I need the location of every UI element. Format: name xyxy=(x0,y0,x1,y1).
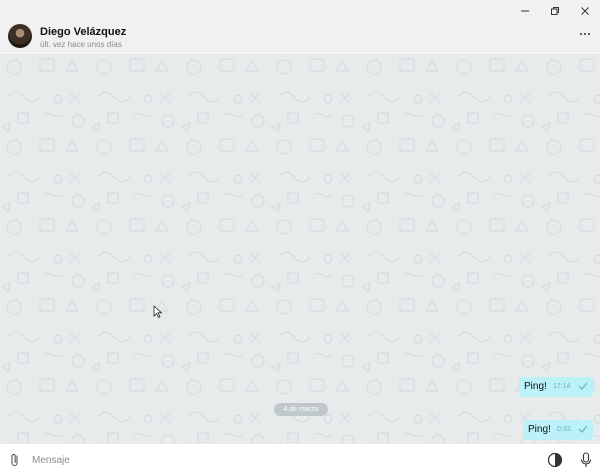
message-text: Ping! xyxy=(528,424,551,435)
date-separator: 4 de marzo xyxy=(274,403,328,416)
mouse-cursor-icon xyxy=(153,305,163,319)
contact-status: últ. vez hace unos días xyxy=(40,40,122,49)
message-bubble[interactable]: Ping! 17:14 xyxy=(519,377,593,397)
more-options-button[interactable] xyxy=(578,30,592,38)
mouse-cursor xyxy=(153,305,163,324)
message-input[interactable] xyxy=(32,451,432,469)
emoji-icon xyxy=(547,452,563,468)
microphone-icon xyxy=(580,452,592,467)
attach-button[interactable] xyxy=(10,453,20,472)
message-time: 0:32 xyxy=(557,426,571,433)
message-time: 17:14 xyxy=(553,383,571,390)
message-bubble[interactable]: Ping! 0:32 xyxy=(523,420,593,440)
chat-background-pattern xyxy=(0,53,600,443)
restore-icon xyxy=(551,7,559,15)
avatar[interactable] xyxy=(8,24,32,48)
message-composer xyxy=(0,443,600,475)
emoji-button[interactable] xyxy=(547,452,563,473)
microphone-button[interactable] xyxy=(580,452,592,473)
chat-area[interactable] xyxy=(0,53,600,443)
restore-button[interactable] xyxy=(540,0,570,22)
window-controls xyxy=(510,0,600,22)
check-icon xyxy=(578,425,588,433)
close-button[interactable] xyxy=(570,0,600,22)
check-icon xyxy=(578,382,588,390)
minimize-button[interactable] xyxy=(510,0,540,22)
more-horizontal-icon xyxy=(579,32,591,36)
close-icon xyxy=(581,7,589,15)
message-text: Ping! xyxy=(524,381,547,392)
minimize-icon xyxy=(521,10,529,12)
contact-name[interactable]: Diego Velázquez xyxy=(40,26,126,38)
paperclip-icon xyxy=(11,453,18,467)
